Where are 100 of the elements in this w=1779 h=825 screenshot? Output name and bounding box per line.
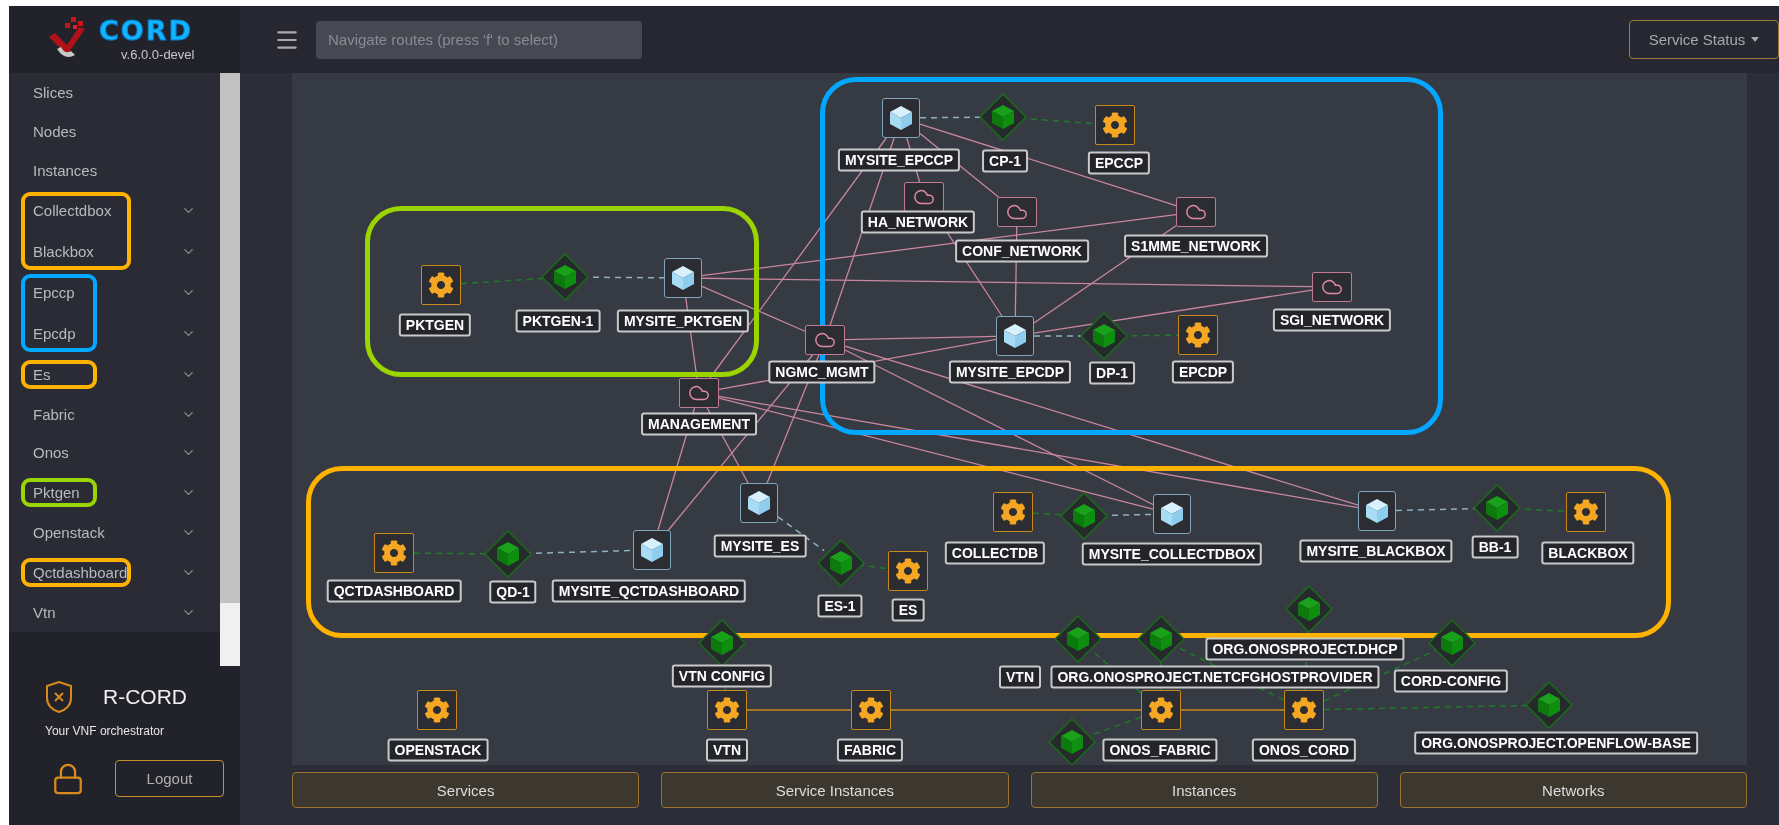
node-label: MYSITE_QCTDASHBOARD (551, 579, 747, 603)
gear-icon (1573, 499, 1599, 525)
nav-button[interactable]: Instances (1030, 772, 1378, 808)
service-node[interactable] (1284, 690, 1324, 730)
logo-wordmark: CORD (99, 17, 194, 45)
node-label: EPCCP (1087, 151, 1151, 175)
node-label: HA_NETWORK (860, 210, 976, 234)
service-node[interactable] (1095, 105, 1135, 145)
service-node[interactable] (993, 492, 1033, 532)
nav-button[interactable]: Networks (1399, 772, 1747, 808)
sidebar-item[interactable]: Fabric (9, 394, 220, 434)
network-node[interactable] (679, 378, 719, 408)
logout-button[interactable]: Logout (115, 760, 224, 797)
cube-icon (1066, 626, 1090, 652)
node-label: SGI_NETWORK (1272, 308, 1392, 332)
gear-icon (714, 697, 740, 723)
node-label: QCTDASHBOARD (326, 579, 462, 603)
cube-icon (1365, 498, 1389, 524)
instance-node[interactable] (1428, 619, 1476, 667)
node-label: PKTGEN-1 (515, 309, 601, 333)
app-title: R-CORD (103, 685, 187, 709)
slice-node[interactable] (740, 483, 778, 523)
node-label: ORG.ONOSPROJECT.OPENFLOW-BASE (1414, 731, 1698, 755)
gear-icon (1102, 112, 1128, 138)
gear-icon (1185, 322, 1211, 348)
instance-node[interactable] (1054, 615, 1102, 663)
sidebar-item[interactable]: Vtn (9, 593, 220, 632)
sidebar-item[interactable]: Pktgen (9, 472, 220, 514)
gear-icon (381, 540, 407, 566)
instance-node[interactable] (1080, 312, 1128, 360)
service-node[interactable] (888, 551, 928, 591)
cube-icon (1003, 323, 1027, 349)
gear-icon (858, 697, 884, 723)
version-label: v.6.0.0-devel (121, 47, 195, 62)
instance-node[interactable] (1137, 615, 1185, 663)
service-status-button[interactable]: Service Status (1629, 20, 1779, 59)
instance-node[interactable] (1525, 681, 1573, 729)
sidebar-item[interactable]: Qctdashboard (9, 552, 220, 594)
sidebar-item[interactable]: Instances (9, 150, 220, 190)
sidebar-item[interactable]: Slices (9, 73, 220, 112)
node-label: NGMC_MGMT (768, 360, 876, 384)
instance-node[interactable] (1048, 718, 1096, 765)
sidebar-item[interactable]: Blackbox (9, 230, 220, 272)
slice-node[interactable] (1153, 494, 1191, 534)
sidebar-item[interactable]: Epccp (9, 271, 220, 313)
cube-icon (1160, 501, 1184, 527)
instance-node[interactable] (541, 253, 589, 301)
nav-button[interactable]: Service Instances (661, 772, 1009, 808)
node-label: MANAGEMENT (641, 412, 757, 436)
instance-node[interactable] (1060, 492, 1108, 540)
sidebar-item[interactable]: Onos (9, 433, 220, 473)
instance-node[interactable] (1473, 484, 1521, 532)
network-node[interactable] (1312, 272, 1352, 302)
slice-node[interactable] (633, 530, 671, 570)
network-node[interactable] (1176, 197, 1216, 227)
search-field[interactable]: Navigate routes (press 'f' to select) (316, 20, 642, 59)
sidebar-item[interactable]: Es (9, 353, 220, 395)
slice-node[interactable] (1358, 491, 1396, 531)
shield-icon (45, 680, 73, 714)
node-label: CONF_NETWORK (955, 239, 1089, 263)
instance-node[interactable] (1285, 585, 1333, 633)
sidebar-item[interactable]: Collectdbox (9, 189, 220, 231)
cube-icon (829, 550, 853, 576)
caret-icon (1751, 37, 1760, 42)
node-label: ONOS_FABRIC (1102, 738, 1218, 762)
node-label: CORD-CONFIG (1393, 669, 1509, 693)
app-subtitle: Your VNF orchestrator (45, 724, 165, 738)
node-label: VTN (999, 665, 1041, 689)
cube-icon (1440, 630, 1464, 656)
cube-icon (496, 541, 520, 567)
sidebar-item[interactable]: Openstack (9, 513, 220, 553)
service-node[interactable] (1141, 690, 1181, 730)
slice-node[interactable] (996, 316, 1034, 356)
sidebar-item[interactable]: Nodes (9, 111, 220, 151)
node-label: BB-1 (1471, 535, 1519, 559)
node-label: ES-1 (817, 594, 863, 618)
service-node[interactable] (1566, 492, 1606, 532)
node-label: ORG.ONOSPROJECT.DHCP (1205, 637, 1405, 661)
sidebar-item[interactable]: Epcdp (9, 312, 220, 354)
service-node[interactable] (851, 690, 891, 730)
node-label: COLLECTDB (944, 541, 1046, 565)
instance-node[interactable] (698, 619, 746, 667)
node-label: MYSITE_COLLECTDBOX (1081, 542, 1263, 566)
service-node[interactable] (417, 690, 457, 730)
slice-node[interactable] (882, 98, 920, 138)
slice-node[interactable] (664, 258, 702, 298)
service-node[interactable] (421, 265, 461, 305)
node-label: OPENSTACK (387, 738, 489, 762)
network-node[interactable] (997, 197, 1037, 227)
cube-icon (1060, 729, 1084, 755)
network-node[interactable] (805, 325, 845, 355)
network-node[interactable] (904, 182, 944, 212)
nav-button[interactable]: Services (292, 772, 640, 808)
service-node[interactable] (374, 533, 414, 573)
instance-node[interactable] (979, 93, 1027, 141)
instance-node[interactable] (817, 539, 865, 587)
gear-icon (895, 558, 921, 584)
instance-node[interactable] (484, 530, 532, 578)
service-node[interactable] (1178, 315, 1218, 355)
service-node[interactable] (707, 690, 747, 730)
